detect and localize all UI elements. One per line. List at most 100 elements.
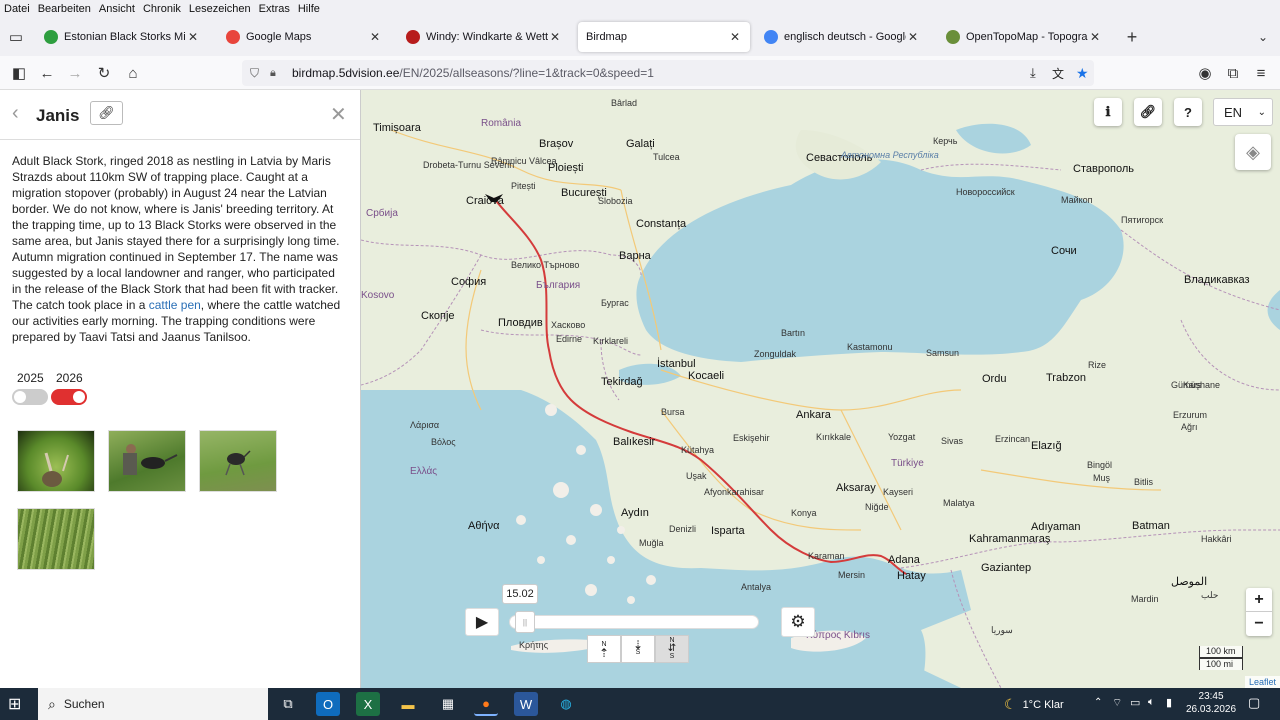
photo-thumbnail[interactable] — [17, 508, 95, 570]
photo-thumbnail[interactable] — [199, 430, 277, 492]
speaker-icon[interactable]: 🔈︎ — [1148, 696, 1155, 709]
task-view-icon[interactable]: ⧉ — [276, 692, 300, 716]
bookmark-star-icon[interactable]: ★ — [1076, 65, 1089, 82]
close-tab-icon[interactable]: ✕ — [548, 30, 562, 44]
north-arrow-button[interactable]: N ⇡ — [587, 635, 621, 663]
firefox-icon[interactable]: ● — [474, 692, 498, 716]
file-explorer-icon[interactable]: ▬ — [396, 692, 420, 716]
map-place-label: Србија — [366, 208, 398, 219]
translate-icon[interactable]: 文 — [1052, 65, 1064, 82]
firefox-view-icon[interactable]: ▭ — [5, 26, 27, 48]
map-place-label: الموصل — [1171, 576, 1208, 588]
favicon-icon — [406, 30, 420, 44]
store-icon[interactable]: ▦ — [436, 692, 460, 716]
menu-item[interactable]: Lesezeichen — [189, 3, 251, 15]
browser-tab[interactable]: Birdmap ✕ — [578, 22, 750, 52]
map-place-label: İstanbul — [657, 358, 696, 370]
lock-icon[interactable]: 🔒︎ — [270, 67, 276, 80]
timeline-slider[interactable] — [509, 615, 759, 629]
url-bar[interactable]: ⛉ 🔒︎ birdmap.5dvision.ee/EN/2025/allseas… — [242, 60, 1094, 86]
new-tab-button[interactable]: + — [1121, 26, 1143, 48]
tab-list-chevron-icon[interactable]: ⌄ — [1252, 26, 1274, 48]
zoom-out-button[interactable]: − — [1246, 612, 1272, 636]
sidebar-icon[interactable]: ◧ — [8, 62, 30, 84]
timeline-handle[interactable]: || — [515, 611, 535, 633]
zoom-in-button[interactable]: + — [1246, 588, 1272, 612]
browser-tab[interactable]: Windy: Windkarte & Wettervorh✕ — [398, 22, 570, 52]
year-toggle-2025[interactable] — [12, 389, 48, 405]
close-tab-icon[interactable]: ✕ — [1088, 30, 1102, 44]
map-place-label: Бургас — [601, 298, 629, 308]
map-place-label: Aydın — [621, 507, 649, 519]
download-icon[interactable]: ⤓ — [1030, 65, 1036, 81]
excel-icon[interactable]: X — [356, 692, 380, 716]
close-tab-icon[interactable]: ✕ — [728, 30, 742, 44]
outlook-icon[interactable]: O — [316, 692, 340, 716]
south-arrow-button[interactable]: ⇣ S — [621, 635, 655, 663]
map-place-label: Aksaray — [836, 482, 876, 494]
map-place-label: Tulcea — [653, 152, 680, 162]
menu-item[interactable]: Extras — [259, 3, 290, 15]
browser-tab[interactable]: englisch deutsch - Google Such✕ — [756, 22, 928, 52]
map-link-button[interactable]: 🔗︎ — [1134, 98, 1162, 126]
map-place-label: Antalya — [741, 582, 772, 592]
home-button[interactable]: ⌂ — [122, 62, 144, 84]
back-button[interactable]: ← — [36, 62, 58, 84]
map-place-label: Ставрополь — [1073, 163, 1135, 175]
browser-tab[interactable]: Estonian Black Storks Migration✕ — [36, 22, 208, 52]
share-link-button[interactable]: 🔗︎ — [90, 101, 123, 125]
browser-tab[interactable]: Google Maps ✕ — [218, 22, 390, 52]
help-button[interactable]: ? — [1174, 98, 1202, 126]
battery-icon[interactable]: ▮ — [1166, 696, 1172, 709]
close-tab-icon[interactable]: ✕ — [906, 30, 920, 44]
edge-icon[interactable]: ◍ — [554, 692, 578, 716]
extensions-icon[interactable]: ⧉ — [1222, 62, 1244, 84]
map-view[interactable]: Timișoara România Brașov Bârlad Galați Tulcea… — [361, 90, 1280, 688]
forward-button[interactable]: → — [64, 62, 86, 84]
menu-item[interactable]: Bearbeiten — [38, 3, 91, 15]
menu-item[interactable]: Ansicht — [99, 3, 135, 15]
layers-icon[interactable]: ◈ — [1235, 134, 1271, 170]
map-place-label: Керчь — [933, 136, 958, 146]
reload-button[interactable]: ↻ — [93, 62, 115, 84]
close-icon[interactable]: ✕ — [330, 102, 347, 127]
language-select[interactable]: EN ⌄ — [1213, 98, 1273, 126]
info-button[interactable]: ℹ — [1094, 98, 1122, 126]
photo-thumbnail[interactable] — [17, 430, 95, 492]
shield-icon[interactable]: ⛉ — [250, 66, 259, 81]
photo-thumbnail[interactable] — [108, 430, 186, 492]
play-button[interactable]: ▶ — [465, 608, 499, 636]
close-tab-icon[interactable]: ✕ — [368, 30, 382, 44]
map-place-label: Bursa — [661, 407, 685, 417]
map-place-label: Zonguldak — [754, 349, 797, 359]
network-icon[interactable]: ▭ — [1130, 696, 1140, 709]
menu-icon[interactable]: ≡ — [1250, 62, 1272, 84]
account-icon[interactable]: ◉ — [1194, 62, 1216, 84]
browser-tab[interactable]: OpenTopoMap - Topographisch✕ — [938, 22, 1110, 52]
menu-item[interactable]: Hilfe — [298, 3, 320, 15]
windows-start-icon[interactable]: ⊞ — [8, 694, 21, 714]
menu-item[interactable]: Chronik — [143, 3, 181, 15]
wifi-icon[interactable]: ⌔ — [1112, 696, 1122, 710]
system-clock[interactable]: 23:45 26.03.2026 — [1186, 690, 1236, 716]
map-place-label: Κρήτης — [519, 640, 549, 650]
year-toggle-2026[interactable] — [51, 389, 87, 405]
chevron-up-icon[interactable]: ⌃ — [1094, 697, 1102, 708]
cattle-pen-link[interactable]: cattle pen — [149, 298, 201, 312]
leaflet-attribution[interactable]: Leaflet — [1244, 676, 1280, 688]
close-tab-icon[interactable]: ✕ — [186, 30, 200, 44]
weather-widget[interactable]: ☾ 1°C Klar — [1004, 696, 1064, 713]
url-text[interactable]: birdmap.5dvision.ee/EN/2025/allseasons/?… — [292, 66, 654, 80]
gear-icon[interactable]: ⚙ — [781, 607, 815, 637]
notification-icon[interactable]: ▢ — [1248, 695, 1260, 711]
menu-item[interactable]: Datei — [4, 3, 30, 15]
taskbar-search[interactable]: ⌕ Suchen — [38, 688, 268, 720]
map-place-label: Автономна Республіка — [841, 150, 939, 160]
chevron-left-icon[interactable]: ‹ — [12, 102, 19, 125]
map-place-label: Κύπρος Kıbrıs — [806, 630, 871, 641]
both-direction-button[interactable]: N ⇵ S — [655, 635, 689, 663]
map-place-label: Samsun — [926, 348, 960, 358]
word-icon[interactable]: W — [514, 692, 538, 716]
favicon-icon — [946, 30, 960, 44]
map-place-label: Rize — [1088, 360, 1107, 370]
